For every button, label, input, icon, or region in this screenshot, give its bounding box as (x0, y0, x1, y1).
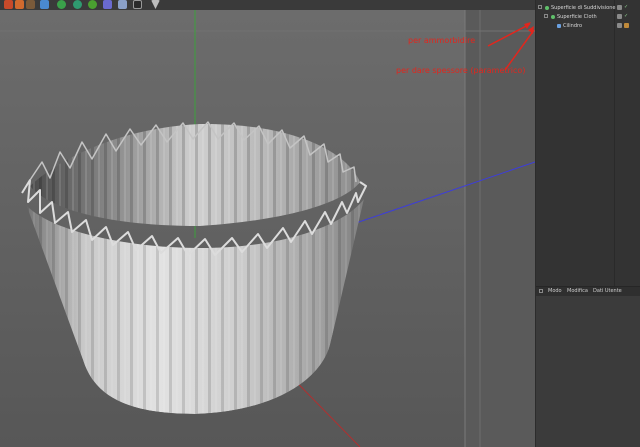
cloth-icon (551, 15, 555, 19)
tab-modifica[interactable]: Modifica (567, 287, 588, 296)
phong-tag-icon[interactable] (624, 23, 629, 28)
toolbar (0, 0, 535, 10)
edit-render-icon[interactable] (26, 0, 35, 9)
viewport-3d[interactable]: per ammorbidire per dare spessore (param… (0, 10, 535, 447)
object-row-subdivision[interactable]: Superficie di Suddivisione ✓ (536, 4, 640, 12)
dropdown-icon[interactable] (151, 0, 160, 9)
attributes-manager (536, 296, 640, 447)
tab-modo[interactable]: Modo (548, 287, 562, 296)
viewport-scene (0, 10, 535, 447)
object-manager-divider[interactable] (614, 0, 615, 286)
cube-icon[interactable] (40, 0, 49, 9)
object-manager: Superficie di Suddivisione ✓ Superficie … (536, 0, 640, 286)
check-icon[interactable]: ✓ (624, 14, 628, 19)
grid-icon[interactable] (118, 0, 127, 9)
object-row-cloth[interactable]: Superficie Cloth ✓ (536, 13, 640, 21)
camera-icon[interactable] (133, 0, 142, 9)
tab-dati-utente[interactable]: Dati Utente (593, 287, 622, 296)
object-label: Superficie Cloth (557, 14, 597, 20)
tag-icon[interactable] (617, 23, 622, 28)
menu-icon[interactable] (539, 289, 543, 293)
object-label: Cilindro (563, 23, 583, 29)
tag-icon[interactable] (617, 5, 622, 10)
render-icon[interactable] (15, 0, 24, 9)
sphere-green-icon[interactable] (57, 0, 66, 9)
annotation-thickness: per dare spessore (parametrico) (396, 66, 526, 75)
render-settings-icon[interactable] (4, 0, 13, 9)
safe-frame (465, 10, 535, 447)
subdivision-icon (545, 6, 549, 10)
object-row-cylinder[interactable]: Cilindro (536, 22, 640, 30)
sphere-green-icon[interactable] (73, 0, 82, 9)
pen-icon[interactable] (103, 0, 112, 9)
tree-expand-icon[interactable] (544, 14, 548, 18)
object-label: Superficie di Suddivisione (551, 5, 616, 11)
tag-icon[interactable] (617, 14, 622, 19)
sphere-green-icon[interactable] (88, 0, 97, 9)
check-icon[interactable]: ✓ (624, 5, 628, 10)
tree-expand-icon[interactable] (538, 5, 542, 9)
right-panel: Superficie di Suddivisione ✓ Superficie … (535, 0, 640, 447)
annotation-soften: per ammorbidire (408, 36, 476, 45)
cylinder-icon (557, 24, 561, 28)
cinema4d-window: per ammorbidire per dare spessore (param… (0, 0, 640, 447)
